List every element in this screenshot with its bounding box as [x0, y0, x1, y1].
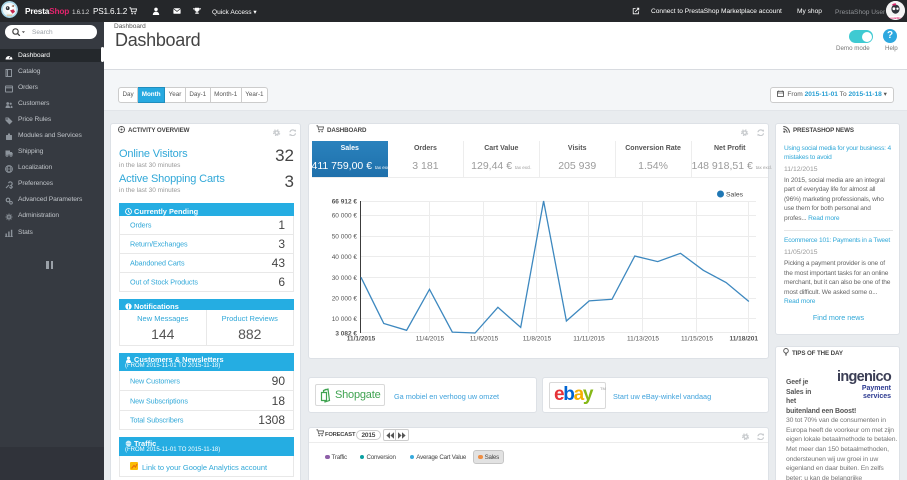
svg-text:11/11/2015: 11/11/2015 [573, 336, 605, 343]
svg-text:40 000 €: 40 000 € [332, 254, 358, 261]
svg-text:11/1/2015: 11/1/2015 [347, 336, 376, 343]
svg-text:60 000 €: 60 000 € [332, 213, 358, 220]
svg-text:66 912 €: 66 912 € [332, 199, 358, 206]
svg-text:10 000 €: 10 000 € [332, 316, 358, 323]
svg-text:PrestaShop: PrestaShop [887, 16, 904, 20]
svg-text:11/13/2015: 11/13/2015 [627, 336, 659, 343]
svg-text:11/18/201: 11/18/201 [729, 336, 758, 343]
svg-text:30 000 €: 30 000 € [332, 275, 358, 282]
svg-text:11/6/2015: 11/6/2015 [470, 336, 499, 343]
svg-text:50 000 €: 50 000 € [332, 234, 358, 241]
svg-text:Sales: Sales [726, 192, 744, 199]
svg-text:11/4/2015: 11/4/2015 [416, 336, 445, 343]
svg-text:11/15/2015: 11/15/2015 [681, 336, 713, 343]
svg-text:20 000 €: 20 000 € [332, 296, 358, 303]
svg-text:11/8/2015: 11/8/2015 [523, 336, 552, 343]
